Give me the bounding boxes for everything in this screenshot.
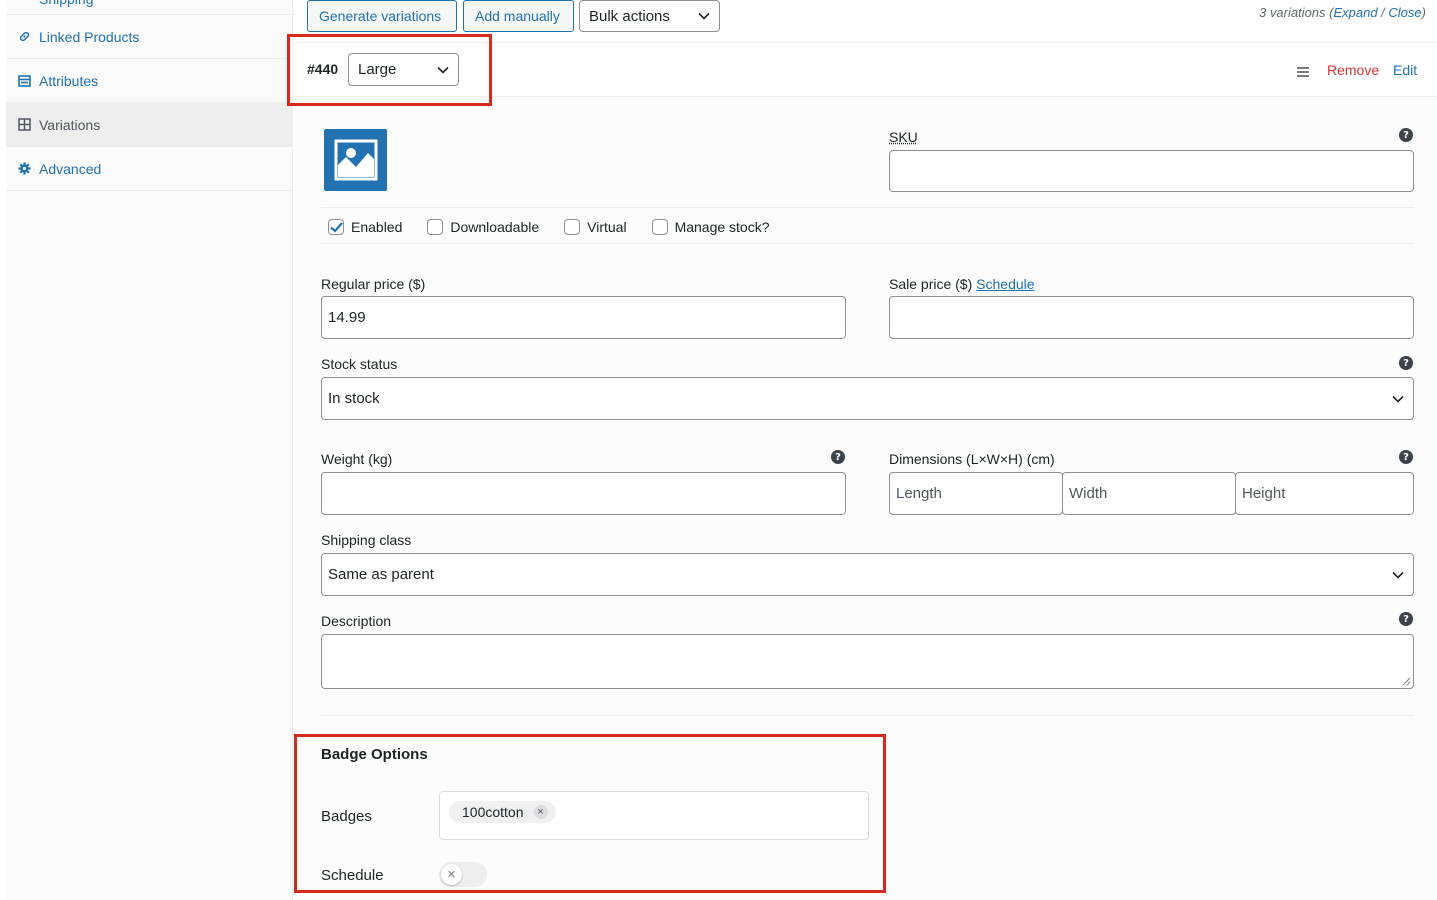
chevron-down-icon <box>437 66 449 74</box>
resize-handle-icon[interactable] <box>1402 677 1411 686</box>
sidebar-item-label: Advanced <box>39 160 102 177</box>
drag-handle-icon[interactable] <box>1297 67 1309 77</box>
close-all-link[interactable]: Close <box>1388 5 1421 20</box>
weight-input[interactable] <box>321 472 846 515</box>
sidebar-item-label: Attributes <box>39 72 99 89</box>
help-icon[interactable]: ? <box>1399 356 1413 370</box>
grid-icon <box>17 118 31 132</box>
description-textarea[interactable] <box>321 634 1414 689</box>
enabled-checkbox[interactable]: Enabled <box>328 219 402 235</box>
sidebar-item-attributes[interactable]: Attributes <box>6 59 292 103</box>
enabled-label: Enabled <box>351 219 403 235</box>
variations-count-suffix: ) <box>1421 5 1426 20</box>
shipping-class-value: Same as parent <box>328 566 434 583</box>
expand-all-link[interactable]: Expand <box>1333 5 1377 20</box>
edit-variation-link[interactable]: Edit <box>1393 62 1417 78</box>
sku-label: SKU <box>889 129 918 145</box>
bulk-actions-value: Bulk actions <box>589 7 670 25</box>
sidebar-item-advanced[interactable]: Advanced <box>6 147 292 191</box>
link-icon <box>17 30 31 44</box>
sale-price-label-text: Sale price ($) <box>889 276 973 292</box>
shipping-class-label: Shipping class <box>321 532 412 548</box>
variations-panel: Generate variations Add manually Bulk ac… <box>287 0 1437 900</box>
schedule-toggle[interactable]: ✕ <box>439 862 487 887</box>
remove-variation-link[interactable]: Remove <box>1327 62 1379 78</box>
help-icon[interactable]: ? <box>831 450 845 464</box>
variation-attribute-value: Large <box>358 61 397 78</box>
height-placeholder: Height <box>1242 485 1286 502</box>
chevron-down-icon <box>1392 571 1404 579</box>
gear-icon <box>17 162 31 176</box>
checkbox-empty-icon <box>564 219 581 235</box>
variation-image-upload[interactable] <box>324 129 387 191</box>
sidebar-item-label: Variations <box>39 116 101 133</box>
stock-status-select[interactable]: In stock <box>321 377 1414 420</box>
downloadable-checkbox[interactable]: Downloadable <box>427 219 539 235</box>
sidebar-item-variations[interactable]: Variations <box>6 103 292 147</box>
variation-id: #440 <box>307 61 339 77</box>
badge-options-title: Badge Options <box>321 746 428 763</box>
checkbox-empty-icon <box>427 219 444 235</box>
badges-select[interactable]: 100cotton × <box>439 791 869 840</box>
sale-price-input[interactable] <box>889 296 1414 339</box>
shipping-class-select[interactable]: Same as parent <box>321 553 1414 596</box>
variation-header[interactable]: #440 Large Remove Edit <box>294 44 1437 97</box>
sidebar-item-linked-products[interactable]: Linked Products <box>6 15 292 59</box>
manage-stock-label: Manage stock? <box>674 219 770 235</box>
height-input[interactable]: Height <box>1235 472 1414 515</box>
variations-count: 3 variations (Expand / Close) <box>1259 5 1426 20</box>
manage-stock-checkbox[interactable]: Manage stock? <box>651 219 770 235</box>
bulk-actions-select[interactable]: Bulk actions <box>579 0 720 32</box>
badge-tag: 100cotton × <box>449 801 556 823</box>
image-placeholder-icon <box>334 139 377 181</box>
divider <box>321 243 1414 244</box>
variations-toolbar: Generate variations Add manually Bulk ac… <box>294 0 1437 43</box>
length-input[interactable]: Length <box>889 472 1063 515</box>
downloadable-label: Downloadable <box>450 219 540 235</box>
sale-price-label: Sale price ($) Schedule <box>889 276 1035 292</box>
weight-label: Weight (kg) <box>321 451 393 467</box>
sidebar-item-label: Linked Products <box>39 28 140 45</box>
product-data-tabs: Shipping Linked Products Attributes Vari… <box>6 0 293 900</box>
sku-input[interactable] <box>889 150 1414 192</box>
divider <box>321 715 1414 716</box>
chevron-down-icon <box>698 12 710 20</box>
stock-status-value: In stock <box>328 390 380 407</box>
length-placeholder: Length <box>896 485 942 502</box>
width-input[interactable]: Width <box>1062 472 1236 515</box>
virtual-label: Virtual <box>587 219 627 235</box>
variation-options: Enabled Downloadable Virtual Manage stoc… <box>328 217 795 237</box>
variations-count-text: 3 variations ( <box>1259 5 1334 20</box>
expand-close-divider: / <box>1377 5 1389 20</box>
add-manually-button[interactable]: Add manually <box>463 0 574 32</box>
dimensions-label: Dimensions (L×W×H) (cm) <box>889 451 1055 467</box>
width-placeholder: Width <box>1069 485 1108 502</box>
regular-price-label: Regular price ($) <box>321 276 426 292</box>
divider <box>321 207 1414 208</box>
sidebar-item-shipping-partial[interactable]: Shipping <box>6 0 292 15</box>
checkbox-empty-icon <box>651 219 668 235</box>
regular-price-input[interactable]: 14.99 <box>321 296 846 339</box>
toggle-off-icon: ✕ <box>441 864 462 885</box>
virtual-checkbox[interactable]: Virtual <box>564 219 627 235</box>
remove-tag-icon[interactable]: × <box>533 805 548 819</box>
help-icon[interactable]: ? <box>1399 612 1413 626</box>
checkbox-checked-icon <box>328 219 344 235</box>
badge-tag-label: 100cotton <box>462 804 524 820</box>
badges-label: Badges <box>321 808 372 825</box>
stock-status-label: Stock status <box>321 356 398 372</box>
chevron-down-icon <box>1392 395 1404 403</box>
sale-schedule-link[interactable]: Schedule <box>976 276 1034 292</box>
description-label: Description <box>321 613 392 629</box>
help-icon[interactable]: ? <box>1399 450 1413 464</box>
variation-attribute-select[interactable]: Large <box>348 53 459 86</box>
list-icon <box>17 74 31 88</box>
generate-variations-button[interactable]: Generate variations <box>307 0 457 32</box>
schedule-label: Schedule <box>321 867 384 884</box>
help-icon[interactable]: ? <box>1399 128 1413 142</box>
